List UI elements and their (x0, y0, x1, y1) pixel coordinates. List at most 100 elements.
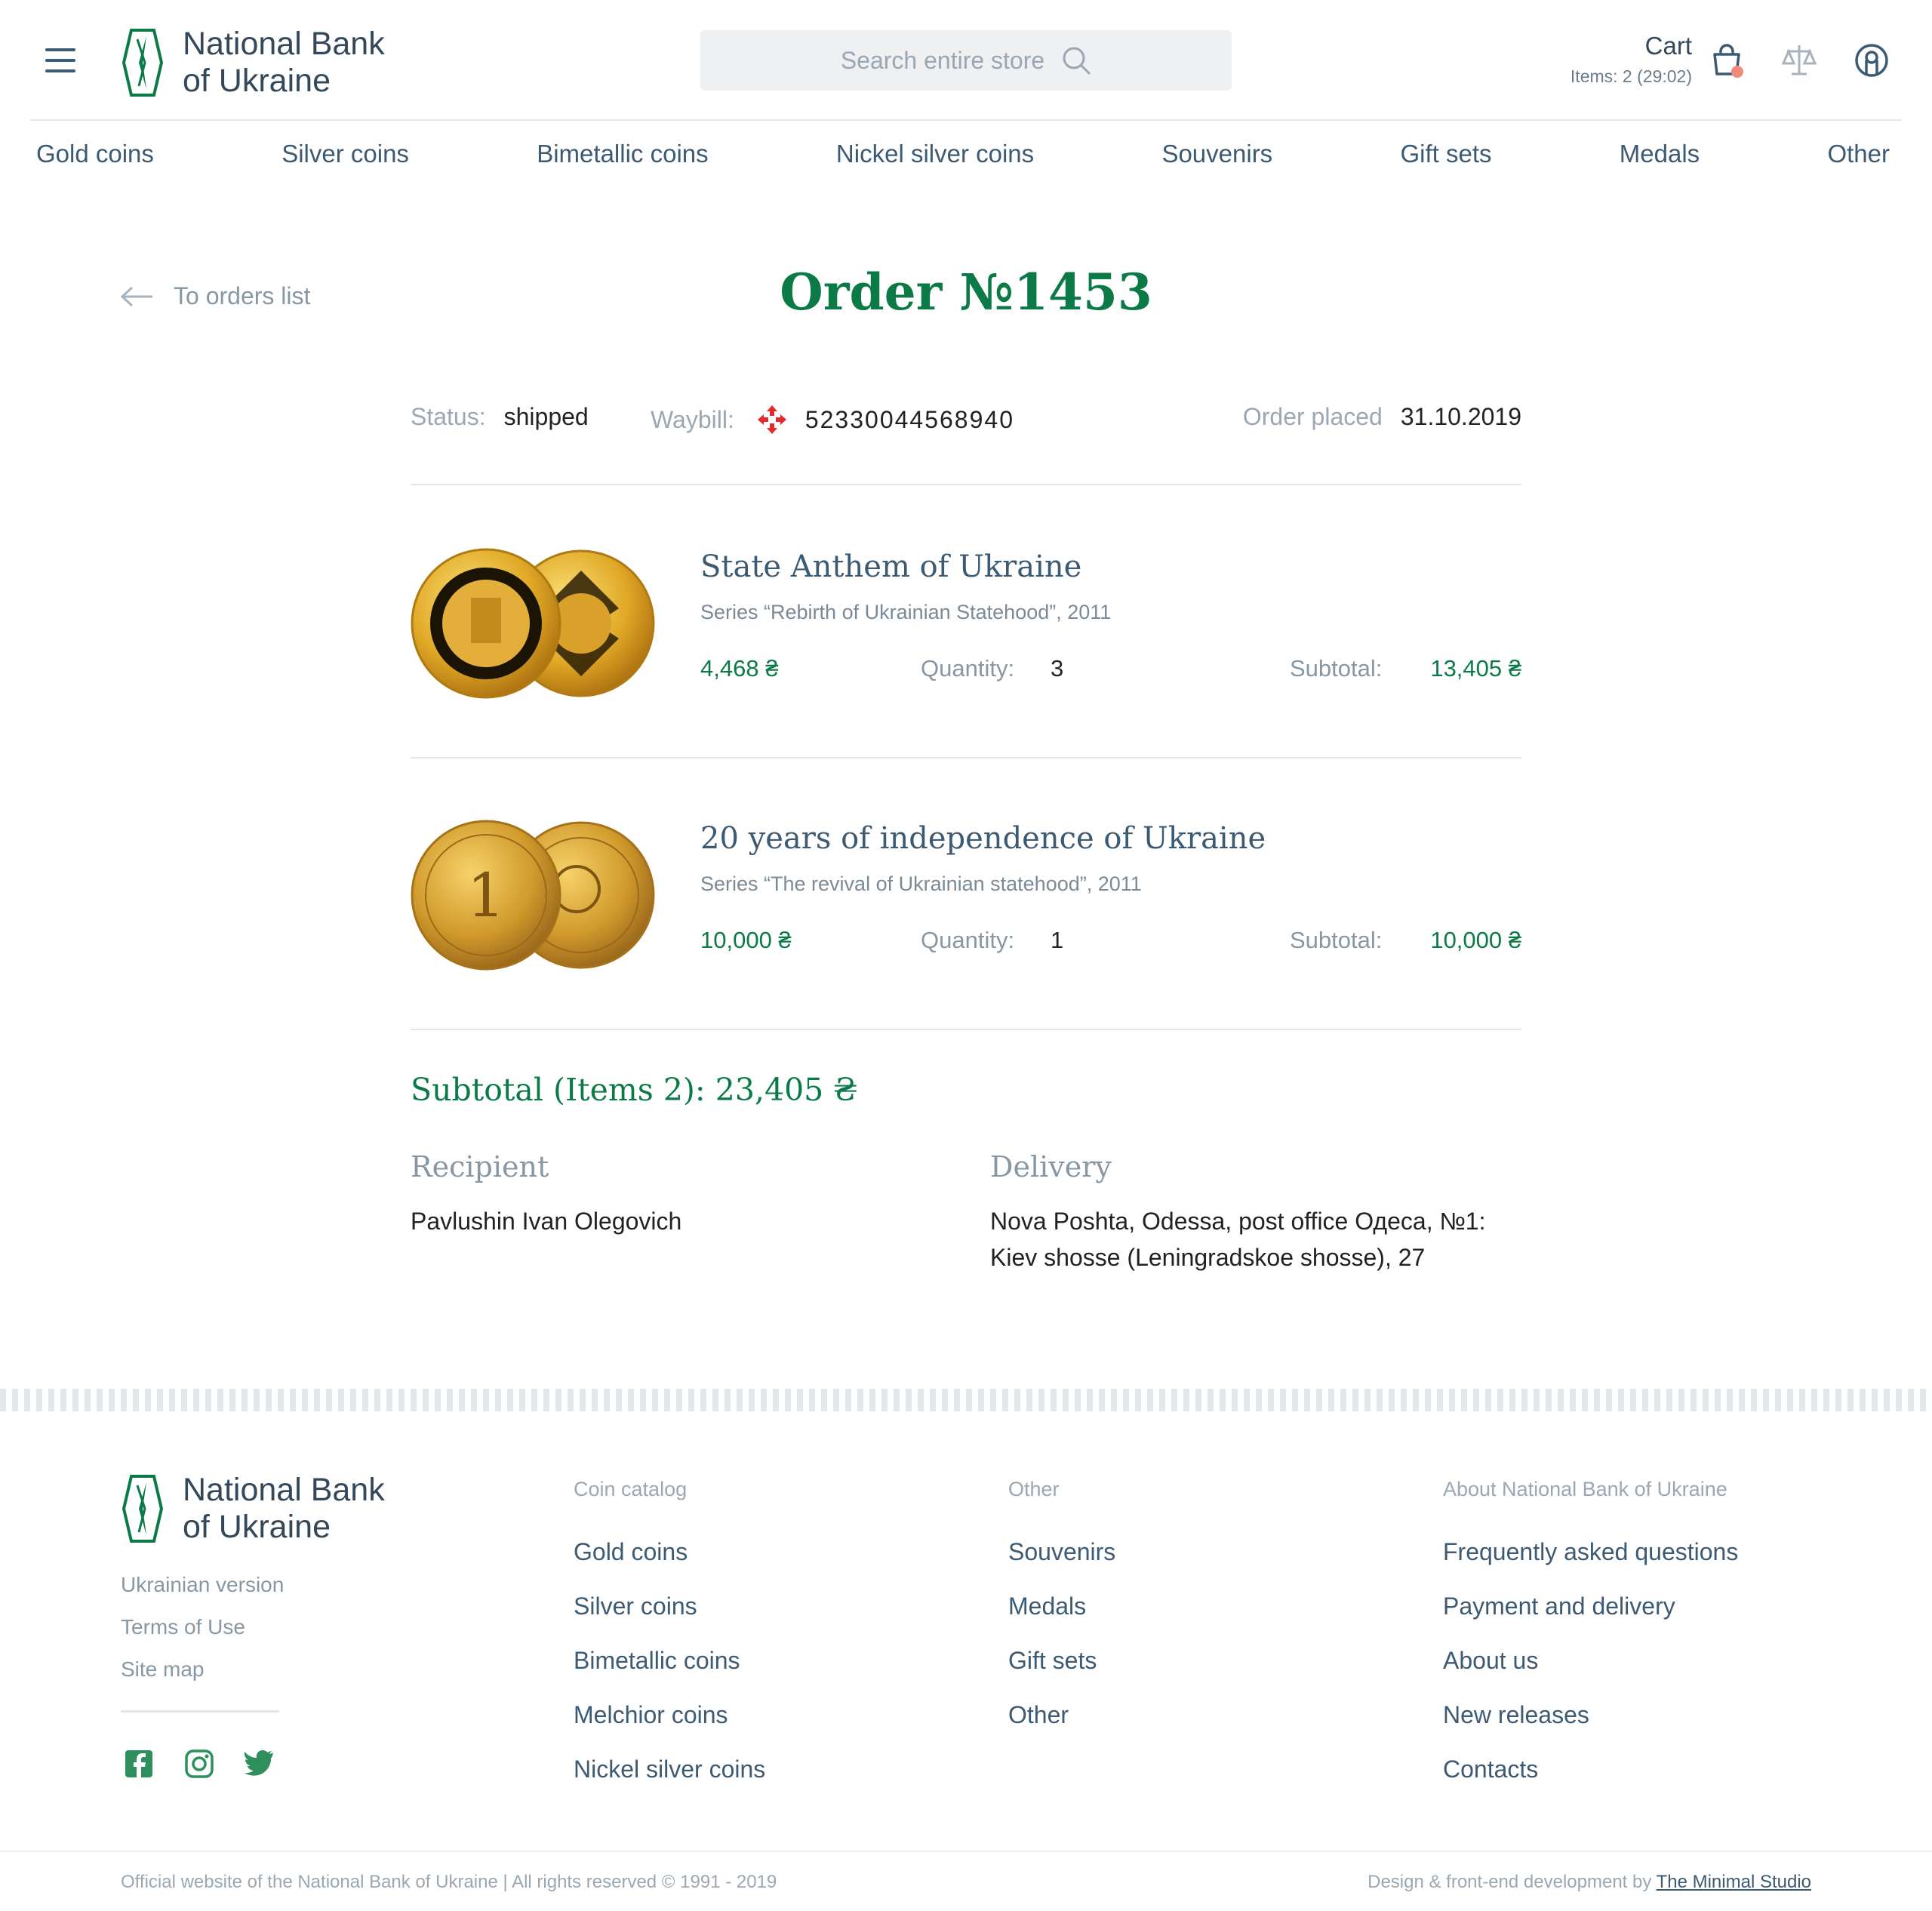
item-price: 10,000 ₴ (700, 927, 792, 953)
footer-link-new-releases[interactable]: New releases (1443, 1701, 1589, 1729)
compare-scales-icon[interactable] (1781, 42, 1817, 78)
nav-gold-coins[interactable]: Gold coins (36, 140, 154, 168)
cart-title: Cart (1644, 32, 1692, 60)
quantity-label: Quantity: (921, 927, 1015, 953)
item-series: Series “Rebirth of Ukrainian Statehood”,… (700, 601, 1112, 623)
item-price: 4,468 ₴ (700, 655, 779, 682)
footer-link-payment-delivery[interactable]: Payment and delivery (1443, 1592, 1675, 1620)
footer-link-faq[interactable]: Frequently asked questions (1443, 1538, 1738, 1566)
footer-heading-other: Other (1008, 1478, 1060, 1500)
search-placeholder: Search entire store (840, 46, 1045, 74)
logo-line-2: of Ukraine (183, 1509, 331, 1546)
coin-image-state-anthem[interactable] (411, 545, 660, 703)
nova-poshta-icon (757, 405, 786, 434)
credits-link[interactable]: The Minimal Studio (1657, 1872, 1811, 1892)
order-item: 1 20 years of independence of Ukraine Se… (411, 817, 1521, 983)
credits: Design & front-end development by The Mi… (1367, 1872, 1811, 1893)
nav-silver-coins[interactable]: Silver coins (281, 140, 409, 168)
coin-image-independence[interactable]: 1 (411, 817, 660, 975)
order-total: Subtotal (Items 2): 23,405 ₴ (411, 1072, 858, 1108)
cart-badge (1731, 66, 1743, 78)
logo-line-2: of Ukraine (183, 63, 331, 100)
delivery-line-2: Kiev shosse (Leningradskoe shosse), 27 (990, 1244, 1426, 1271)
cart-summary[interactable]: Cart Items: 2 (29:02) (1571, 32, 1692, 87)
nav-bimetallic-coins[interactable]: Bimetallic coins (537, 140, 708, 168)
placed-date: 31.10.2019 (1400, 403, 1521, 430)
subtotal-value: 13,405 ₴ (1430, 655, 1521, 682)
divider (411, 757, 1521, 759)
nav-nickel-silver-coins[interactable]: Nickel silver coins (836, 140, 1034, 168)
footer-bank-logo[interactable]: National Bank of Ukraine (122, 1472, 385, 1546)
recipient-heading: Recipient (411, 1150, 549, 1183)
divider (411, 484, 1521, 485)
status-value: shipped (503, 403, 589, 430)
delivery-heading: Delivery (990, 1150, 1112, 1183)
footer-pattern-divider (0, 1389, 1932, 1411)
footer-heading-coin-catalog: Coin catalog (574, 1478, 688, 1500)
credits-prefix: Design & front-end development by (1367, 1872, 1652, 1892)
order-title: Order №1453 (780, 263, 1152, 322)
subtotal-label: Subtotal: (1290, 927, 1383, 953)
logo-line-1: National Bank (183, 26, 385, 62)
facebook-icon[interactable] (123, 1748, 155, 1780)
user-account-icon[interactable] (1854, 42, 1890, 78)
header-divider (30, 119, 1902, 121)
recipient-name: Pavlushin Ivan Olegovich (411, 1208, 682, 1235)
waybill-label: Waybill: (651, 405, 734, 433)
order-status: Status: shipped (411, 403, 589, 431)
search-icon[interactable] (1061, 45, 1091, 75)
nav-medals[interactable]: Medals (1620, 140, 1700, 168)
subtotal-value: 10,000 ₴ (1430, 927, 1521, 953)
subtotal-label: Subtotal: (1290, 655, 1383, 682)
site-header: National Bank of Ukraine Search entire s… (0, 0, 1932, 121)
site-map-link[interactable]: Site map (121, 1657, 205, 1682)
order-meta: Status: shipped Waybill: 52330044568940 O… (411, 399, 1521, 436)
footer-link-other[interactable]: Other (1008, 1701, 1069, 1729)
footer-link-melchior-coins[interactable]: Melchior coins (574, 1701, 728, 1729)
footer-link-medals[interactable]: Medals (1008, 1592, 1086, 1620)
bank-emblem-icon (122, 29, 163, 97)
item-name[interactable]: 20 years of independence of Ukraine (700, 821, 1266, 856)
footer-link-contacts[interactable]: Contacts (1443, 1756, 1538, 1783)
status-label: Status: (411, 403, 486, 430)
nav-gift-sets[interactable]: Gift sets (1400, 140, 1491, 168)
footer-small-divider (121, 1710, 279, 1713)
quantity-label: Quantity: (921, 655, 1015, 682)
bank-emblem-icon (122, 1475, 163, 1543)
bank-logo[interactable]: National Bank of Ukraine (122, 26, 385, 100)
order-waybill: Waybill: 52330044568940 (651, 403, 1014, 436)
waybill-number[interactable]: 52330044568940 (805, 406, 1014, 434)
instagram-icon[interactable] (183, 1748, 215, 1780)
footer-link-gift-sets[interactable]: Gift sets (1008, 1647, 1097, 1675)
quantity-value: 3 (1051, 655, 1064, 682)
logo-line-1: National Bank (183, 1472, 385, 1508)
nav-souvenirs[interactable]: Souvenirs (1161, 140, 1272, 168)
footer-link-about-us[interactable]: About us (1443, 1647, 1538, 1675)
divider (411, 1029, 1521, 1030)
ukrainian-version-link[interactable]: Ukrainian version (121, 1573, 284, 1597)
item-name[interactable]: State Anthem of Ukraine (700, 549, 1081, 584)
footer-link-silver-coins[interactable]: Silver coins (574, 1592, 697, 1620)
svg-text:1: 1 (467, 860, 506, 931)
footer-link-bimetallic-coins[interactable]: Bimetallic coins (574, 1647, 740, 1675)
order-placed: Order placed 31.10.2019 (1243, 403, 1521, 431)
delivery-address: Nova Poshta, Odessa, post office Одеса, … (990, 1203, 1485, 1276)
hamburger-menu-icon[interactable] (45, 48, 75, 72)
placed-label: Order placed (1242, 403, 1383, 430)
item-series: Series “The revival of Ukrainian stateho… (700, 872, 1142, 895)
order-item: State Anthem of Ukraine Series “Rebirth … (411, 545, 1521, 711)
twitter-icon[interactable] (243, 1748, 275, 1780)
footer-heading-about: About National Bank of Ukraine (1443, 1478, 1727, 1500)
footer-link-nickel-silver-coins[interactable]: Nickel silver coins (574, 1756, 765, 1783)
footer-bottom-divider (0, 1851, 1932, 1852)
footer-link-souvenirs[interactable]: Souvenirs (1008, 1538, 1115, 1566)
terms-of-use-link[interactable]: Terms of Use (121, 1615, 245, 1639)
footer-link-gold-coins[interactable]: Gold coins (574, 1538, 688, 1566)
nav-other[interactable]: Other (1827, 140, 1890, 168)
search-input[interactable]: Search entire store (700, 30, 1232, 91)
cart-items-count: Items: 2 (29:02) (1570, 66, 1692, 86)
quantity-value: 1 (1051, 927, 1064, 953)
category-nav: Gold coins Silver coins Bimetallic coins… (36, 140, 1890, 168)
copyright-text: Official website of the National Bank of… (121, 1872, 777, 1892)
delivery-line-1: Nova Poshta, Odessa, post office Одеса, … (990, 1208, 1486, 1235)
